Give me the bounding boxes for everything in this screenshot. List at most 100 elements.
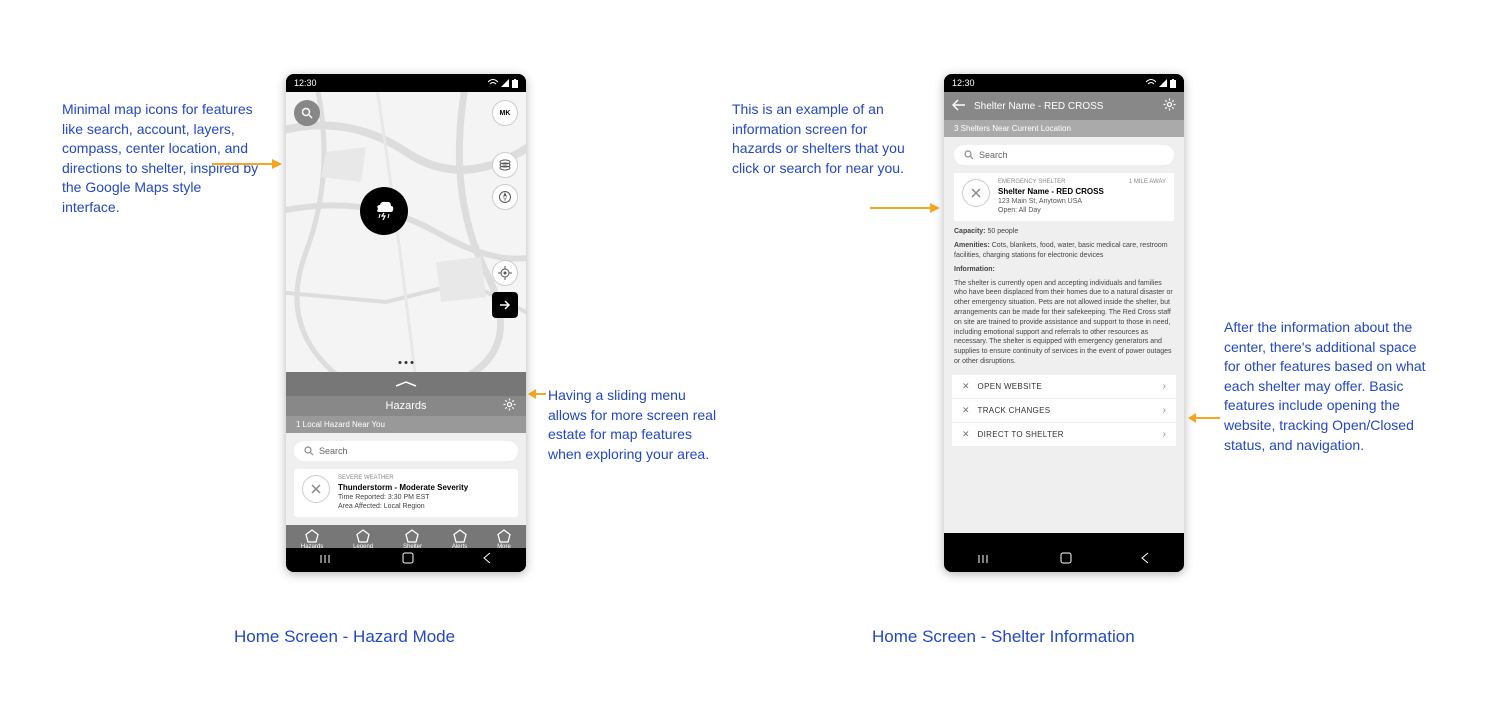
shelter-name: Shelter Name - RED CROSS [998, 187, 1121, 197]
panel-body: Search SEVERE WEATHER Thunderstorm - Mod… [286, 433, 526, 525]
storm-cloud-icon [370, 197, 398, 225]
shelter-distance: 1 MILE AWAY [1129, 179, 1166, 215]
search-button[interactable] [294, 100, 320, 126]
shelter-category: EMERGENCY SHELTER [998, 179, 1121, 187]
home-button[interactable] [1060, 551, 1072, 569]
settings-button[interactable] [1163, 98, 1176, 114]
action-list: ✕ OPEN WEBSITE › ✕ TRACK CHANGES › ✕ DIR… [952, 375, 1176, 447]
home-button[interactable] [402, 551, 414, 569]
carousel-dots [399, 361, 414, 364]
recents-button[interactable] [978, 551, 992, 569]
action-open-website[interactable]: ✕ OPEN WEBSITE › [952, 375, 1176, 399]
annotation-sliding-menu: Having a sliding menu allows for more sc… [548, 386, 723, 464]
shelter-card[interactable]: EMERGENCY SHELTER Shelter Name - RED CRO… [954, 173, 1174, 221]
panel-handle[interactable] [286, 372, 526, 396]
shelter-header: Shelter Name - RED CROSS [944, 92, 1184, 120]
hazard-time: Time Reported: 3:30 PM EST [338, 493, 468, 502]
status-icons [1146, 79, 1176, 88]
battery-icon [512, 79, 518, 88]
arrow-icon [1188, 412, 1220, 424]
search-icon [304, 446, 314, 456]
status-icons [488, 79, 518, 88]
panel-subtitle: 1 Local Hazard Near You [286, 416, 526, 433]
shelter-hours: Open: All Day [998, 206, 1121, 215]
signal-icon [501, 79, 509, 87]
hazard-card-icon [302, 475, 330, 503]
pentagon-icon [405, 529, 419, 543]
shelter-details: Capacity: 50 people Amenities: Cots, bla… [954, 227, 1174, 366]
arrow-right-icon [498, 300, 512, 310]
gear-icon [503, 398, 516, 411]
search-placeholder: Search [979, 150, 1008, 160]
capacity-value: 50 people [986, 228, 1019, 235]
amenities-label: Amenities: [954, 242, 990, 249]
hazard-card[interactable]: SEVERE WEATHER Thunderstorm - Moderate S… [294, 469, 518, 517]
settings-button[interactable] [503, 398, 516, 414]
arrow-icon [528, 388, 546, 400]
phone-hazard-mode: 12:30 MK [286, 74, 526, 572]
center-location-button[interactable] [492, 260, 518, 286]
chevron-up-icon [394, 381, 418, 387]
arrow-icon [870, 202, 940, 214]
locate-icon [498, 266, 512, 280]
slide-panel[interactable]: Hazards 1 Local Hazard Near You Search S… [286, 372, 526, 554]
signal-icon [1159, 79, 1167, 87]
wifi-icon [1146, 79, 1156, 87]
search-input[interactable]: Search [294, 441, 518, 461]
shelter-body: Search EMERGENCY SHELTER Shelter Name - … [944, 137, 1184, 533]
panel-title-row: Hazards [286, 396, 526, 416]
action-label: DIRECT TO SHELTER [978, 430, 1155, 439]
shelter-address: 123 Main St, Anytown USA [998, 197, 1121, 206]
chevron-right-icon: › [1163, 405, 1166, 416]
action-track-changes[interactable]: ✕ TRACK CHANGES › [952, 399, 1176, 423]
layers-icon [498, 158, 512, 172]
caption-hazard: Home Screen - Hazard Mode [234, 627, 455, 647]
shelter-card-info: EMERGENCY SHELTER Shelter Name - RED CRO… [998, 179, 1121, 215]
chevron-right-icon: › [1163, 381, 1166, 392]
compass-button[interactable] [492, 184, 518, 210]
x-icon [310, 483, 322, 495]
pentagon-icon [305, 529, 319, 543]
search-icon [964, 150, 974, 160]
back-button[interactable] [482, 551, 492, 569]
caption-shelter: Home Screen - Shelter Information [872, 627, 1135, 647]
status-bar: 12:30 [944, 74, 1184, 92]
annotation-features: After the information about the center, … [1224, 318, 1434, 455]
pentagon-icon [453, 529, 467, 543]
arrow-left-icon [952, 99, 966, 111]
back-button[interactable] [952, 98, 966, 114]
map-area[interactable]: MK [286, 92, 526, 372]
recents-button[interactable] [320, 551, 334, 569]
annotation-info-screen: This is an example of an information scr… [732, 100, 917, 178]
account-button[interactable]: MK [492, 100, 518, 126]
shelter-subtitle: 3 Shelters Near Current Location [944, 120, 1184, 137]
layers-button[interactable] [492, 152, 518, 178]
action-label: TRACK CHANGES [978, 406, 1155, 415]
chevron-right-icon: › [1163, 429, 1166, 440]
x-icon: ✕ [962, 429, 970, 440]
action-label: OPEN WEBSITE [978, 382, 1155, 391]
capacity-label: Capacity: [954, 228, 986, 235]
info-text: The shelter is currently open and accept… [954, 279, 1174, 367]
action-direct-to-shelter[interactable]: ✕ DIRECT TO SHELTER › [952, 423, 1176, 447]
directions-button[interactable] [492, 292, 518, 318]
hazard-pin[interactable] [360, 187, 408, 235]
status-bar: 12:30 [286, 74, 526, 92]
pentagon-icon [497, 529, 511, 543]
gear-icon [1163, 98, 1176, 111]
panel-title: Hazards [386, 400, 427, 412]
pentagon-icon [356, 529, 370, 543]
search-input[interactable]: Search [954, 145, 1174, 165]
back-button[interactable] [1140, 551, 1150, 569]
map-background [286, 92, 526, 372]
hazard-category: SEVERE WEATHER [338, 475, 468, 483]
arrow-icon [212, 158, 282, 170]
hazard-title: Thunderstorm - Moderate Severity [338, 483, 468, 493]
status-time: 12:30 [952, 78, 975, 88]
header-title: Shelter Name - RED CROSS [974, 101, 1155, 112]
x-icon: ✕ [962, 381, 970, 392]
x-icon [970, 187, 982, 199]
hazard-area: Area Affected: Local Region [338, 502, 468, 511]
system-nav-bar [944, 548, 1184, 572]
info-label: Information: [954, 266, 995, 273]
